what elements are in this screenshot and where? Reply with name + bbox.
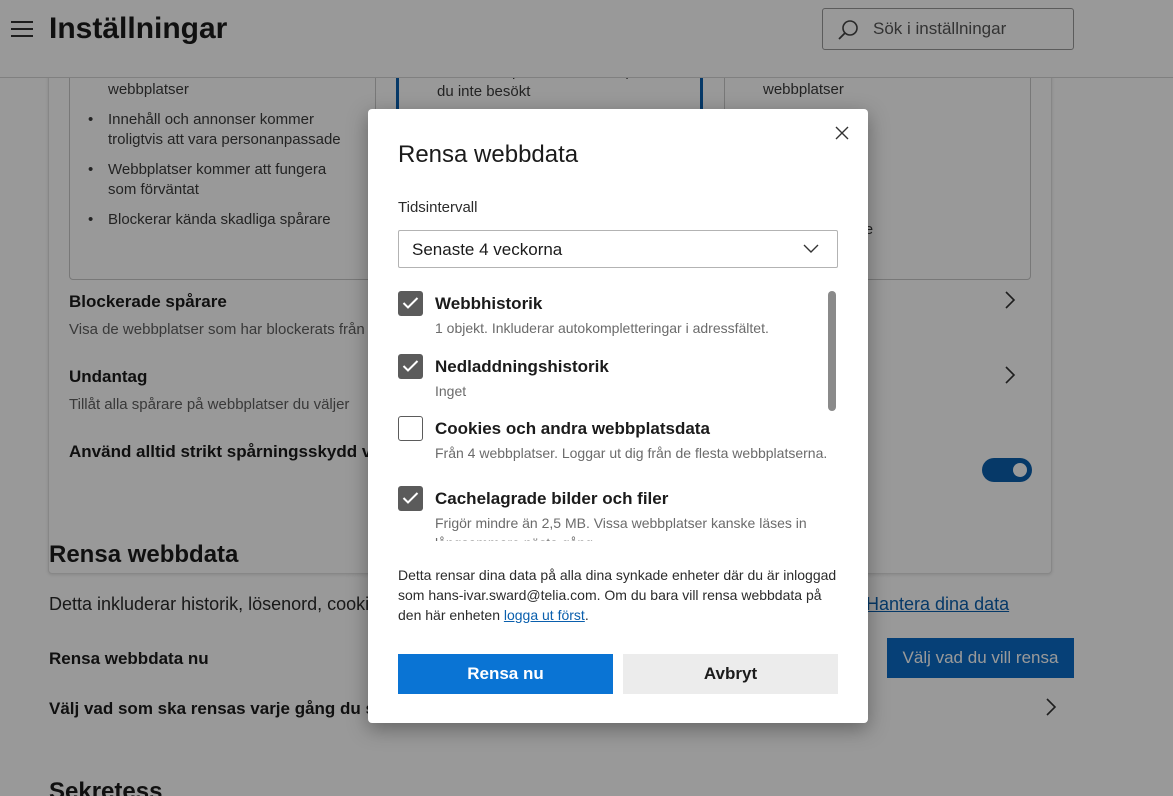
- cookies-checkbox[interactable]: [398, 416, 423, 441]
- clear-browsing-data-dialog: Rensa webbdata Tidsintervall Senaste 4 v…: [368, 109, 868, 723]
- sync-info-text: Detta rensar dina data på alla dina synk…: [398, 565, 838, 625]
- browsing-history-checkbox[interactable]: [398, 291, 423, 316]
- sign-out-first-link[interactable]: logga ut först: [504, 607, 585, 623]
- item-title: Cookies och andra webbplatsdata: [435, 419, 710, 438]
- chevron-down-icon: [803, 244, 819, 253]
- item-desc: Inget: [435, 383, 467, 399]
- close-icon[interactable]: [834, 125, 850, 141]
- time-range-label: Tidsintervall: [398, 199, 478, 216]
- item-desc: Från 4 webbplatser. Loggar ut dig från d…: [435, 445, 828, 461]
- checkmark-icon: [402, 492, 419, 504]
- info-text: Detta rensar dina data på alla dina synk…: [398, 567, 837, 623]
- clear-now-button[interactable]: Rensa nu: [398, 654, 613, 694]
- item-title: Nedladdningshistorik: [435, 357, 609, 376]
- item-desc: 1 objekt. Inkluderar autokompletteringar…: [435, 320, 769, 336]
- checkmark-icon: [402, 360, 419, 372]
- info-end: .: [584, 607, 589, 623]
- download-history-checkbox[interactable]: [398, 354, 423, 379]
- checkmark-icon: [402, 297, 419, 309]
- item-title: Webbhistorik: [435, 294, 543, 313]
- time-range-value: Senaste 4 veckorna: [412, 240, 563, 259]
- data-types-list: Webbhistorik 1 objekt. Inkluderar autoko…: [398, 289, 838, 541]
- time-range-select[interactable]: Senaste 4 veckorna: [398, 230, 838, 268]
- cached-files-checkbox[interactable]: [398, 486, 423, 511]
- scrollbar-thumb[interactable]: [828, 291, 836, 411]
- item-desc: Frigör mindre än 2,5 MB. Vissa webbplats…: [435, 515, 807, 541]
- dialog-title: Rensa webbdata: [398, 141, 579, 168]
- item-title: Cachelagrade bilder och filer: [435, 489, 669, 508]
- cancel-button[interactable]: Avbryt: [623, 654, 838, 694]
